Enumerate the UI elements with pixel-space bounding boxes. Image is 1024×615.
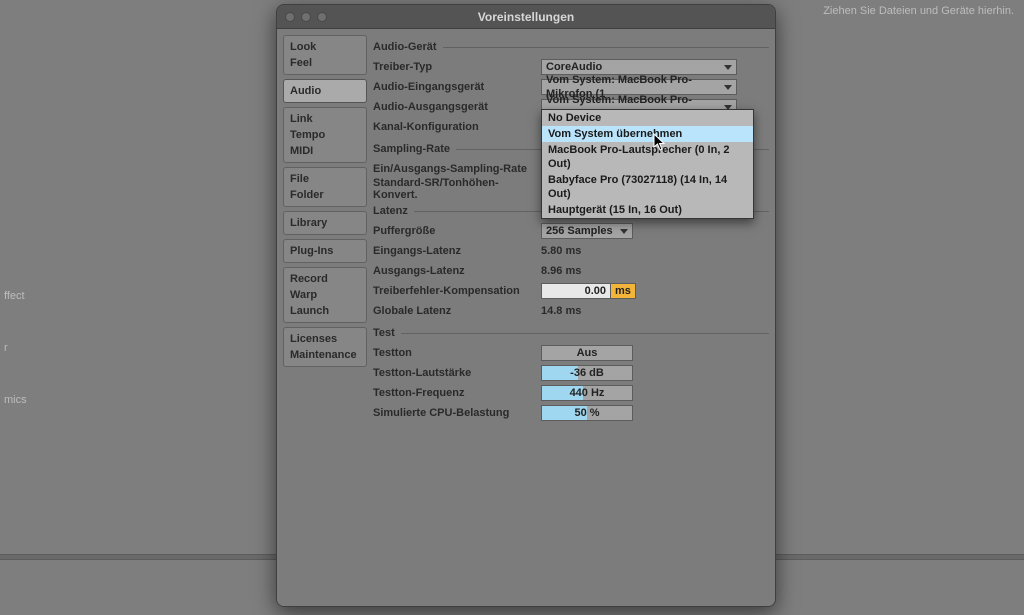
driver-error-comp-unit: ms — [611, 283, 636, 299]
tab-label: Plug-Ins — [290, 243, 360, 259]
driver-type-label: Treiber-Typ — [373, 61, 541, 73]
test-freq-label: Testton-Frequenz — [373, 387, 541, 399]
tab-label: File — [290, 171, 360, 187]
tab-audio[interactable]: Audio — [283, 79, 367, 103]
titlebar[interactable]: Voreinstellungen — [277, 5, 775, 29]
slider-value: -36 — [570, 367, 586, 379]
output-latency-label: Ausgangs-Latenz — [373, 265, 541, 277]
tab-label: Record — [290, 271, 360, 287]
bg-label: r — [4, 342, 76, 354]
output-device-label: Audio-Ausgangsgerät — [373, 101, 541, 113]
tab-file-folder[interactable]: File Folder — [283, 167, 367, 207]
test-tone-toggle[interactable]: Aus — [541, 345, 633, 361]
overall-latency-value: 14.8 ms — [541, 305, 581, 317]
section-label: Audio-Gerät — [373, 41, 437, 53]
section-test: Test — [373, 327, 769, 339]
overall-latency-label: Globale Latenz — [373, 305, 541, 317]
tab-record-warp-launch[interactable]: Record Warp Launch — [283, 267, 367, 323]
chevron-down-icon — [724, 65, 732, 70]
channel-config-label: Kanal-Konfiguration — [373, 121, 541, 133]
tab-label: Link — [290, 111, 360, 127]
section-label: Latenz — [373, 205, 408, 217]
buffer-size-dropdown[interactable]: 256 Samples — [541, 223, 633, 239]
tab-label: Warp — [290, 287, 360, 303]
tab-label: Library — [290, 215, 360, 231]
option-from-system[interactable]: Vom System übernehmen — [542, 126, 753, 142]
output-device-options: No Device Vom System übernehmen MacBook … — [541, 109, 754, 219]
option-macbook-speakers[interactable]: MacBook Pro-Lautsprecher (0 In, 2 Out) — [542, 142, 753, 172]
preferences-content: Audio-Gerät Treiber-Typ CoreAudio Audio-… — [373, 35, 769, 600]
tab-link-tempo-midi[interactable]: Link Tempo MIDI — [283, 107, 367, 163]
tab-library[interactable]: Library — [283, 211, 367, 235]
tab-look-feel[interactable]: Look Feel — [283, 35, 367, 75]
cpu-usage-slider[interactable]: 50 % — [541, 405, 633, 421]
section-label: Sampling-Rate — [373, 143, 450, 155]
tab-label: Folder — [290, 187, 360, 203]
preferences-sidebar: Look Feel Audio Link Tempo MIDI File Fol… — [283, 35, 367, 600]
tab-label: Look — [290, 39, 360, 55]
test-volume-label: Testton-Lautstärke — [373, 367, 541, 379]
test-volume-slider[interactable]: -36 dB — [541, 365, 633, 381]
driver-error-comp-label: Treiberfehler-Kompensation — [373, 285, 541, 297]
dropdown-value: 256 Samples — [546, 224, 613, 238]
tab-label: Feel — [290, 55, 360, 71]
test-tone-label: Testton — [373, 347, 541, 359]
tab-label: Launch — [290, 303, 360, 319]
input-latency-label: Eingangs-Latenz — [373, 245, 541, 257]
input-device-label: Audio-Eingangsgerät — [373, 81, 541, 93]
window-title: Voreinstellungen — [277, 10, 775, 24]
output-latency-value: 8.96 ms — [541, 265, 581, 277]
test-freq-slider[interactable]: 440 Hz — [541, 385, 633, 401]
chevron-down-icon — [724, 85, 732, 90]
tab-label: Tempo — [290, 127, 360, 143]
bg-label: mics — [4, 394, 76, 406]
slider-unit: Hz — [591, 387, 604, 399]
preferences-window: Voreinstellungen Look Feel Audio Link Te… — [276, 4, 776, 607]
option-no-device[interactable]: No Device — [542, 110, 753, 126]
driver-error-comp-input[interactable]: 0.00 — [541, 283, 611, 299]
tab-label: Licenses — [290, 331, 360, 347]
io-sample-rate-label: Ein/Ausgangs-Sampling-Rate — [373, 163, 541, 175]
slider-value: 50 — [574, 407, 586, 419]
dropdown-value: CoreAudio — [546, 60, 602, 74]
tab-label: Maintenance — [290, 347, 360, 363]
tab-plug-ins[interactable]: Plug-Ins — [283, 239, 367, 263]
default-sr-label: Standard-SR/Tonhöhen-Konvert. — [373, 177, 541, 201]
slider-unit: dB — [589, 367, 604, 379]
cpu-usage-label: Simulierte CPU-Belastung — [373, 407, 541, 419]
background-browser-fragments: ffect r mics — [0, 0, 80, 615]
tab-label: Audio — [290, 83, 360, 99]
section-label: Test — [373, 327, 395, 339]
tab-label: MIDI — [290, 143, 360, 159]
slider-unit: % — [590, 407, 600, 419]
bg-label: ffect — [4, 290, 76, 302]
option-hauptgeraet[interactable]: Hauptgerät (15 In, 16 Out) — [542, 202, 753, 218]
chevron-down-icon — [620, 229, 628, 234]
buffer-size-label: Puffergröße — [373, 225, 541, 237]
tab-licenses-maintenance[interactable]: Licenses Maintenance — [283, 327, 367, 367]
option-babyface-pro[interactable]: Babyface Pro (73027118) (14 In, 14 Out) — [542, 172, 753, 202]
slider-value: 440 — [570, 387, 588, 399]
input-latency-value: 5.80 ms — [541, 245, 581, 257]
drop-hint-text: Ziehen Sie Dateien und Geräte hierhin. — [823, 5, 1014, 17]
section-audio-device: Audio-Gerät — [373, 41, 769, 53]
